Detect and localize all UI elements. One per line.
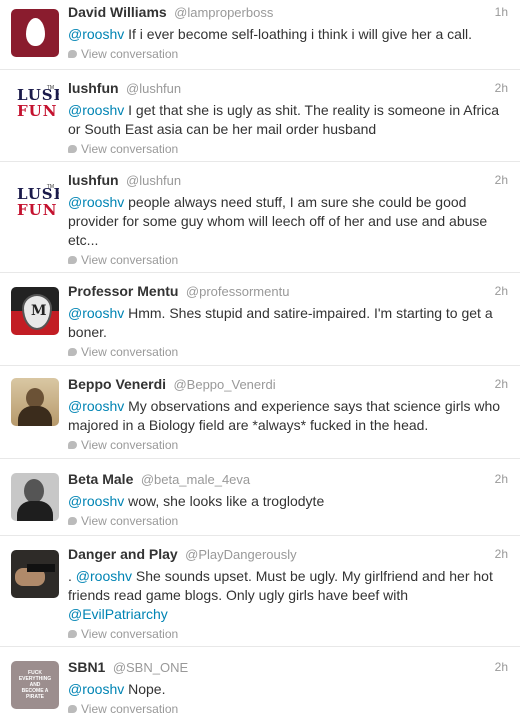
mention-link[interactable]: @rooshv (68, 194, 124, 210)
logo-text-bottom: FUN (17, 201, 58, 219)
mention-link[interactable]: @rooshv (68, 493, 124, 509)
tweet-item[interactable]: LUSH FUN TM lushfun @lushfun 2h @rooshv … (0, 162, 520, 273)
mention-link[interactable]: @rooshv (68, 305, 124, 321)
portrait-body (18, 406, 52, 426)
tweet-text: @rooshv I get that she is ugly as shit. … (68, 102, 500, 137)
speech-bubble-icon (68, 144, 77, 153)
portrait-head (26, 388, 44, 408)
user-name[interactable]: SBN1 (68, 659, 105, 675)
user-handle[interactable]: @Beppo_Venerdi (173, 377, 275, 392)
avatar[interactable]: LUSH FUN TM (11, 79, 59, 127)
view-conversation-link[interactable]: View conversation (68, 46, 508, 62)
view-conversation-link[interactable]: View conversation (68, 513, 508, 529)
avatar[interactable]: LUSH FUN TM (11, 178, 59, 226)
user-handle[interactable]: @professormentu (186, 284, 290, 299)
mention-link[interactable]: @rooshv (68, 102, 124, 118)
speech-bubble-icon (68, 629, 77, 638)
tweet-text: @rooshv My observations and experience s… (68, 398, 501, 433)
mention-link[interactable]: @rooshv (68, 398, 124, 414)
timestamp[interactable]: 2h (495, 374, 508, 395)
mention-link[interactable]: @EvilPatriarchy (68, 606, 168, 622)
avatar[interactable] (11, 473, 59, 521)
tweet-text: . @rooshv She sounds upset. Must be ugly… (68, 568, 493, 622)
logo-text-bottom: FUN (17, 102, 58, 120)
speech-bubble-icon (68, 347, 77, 356)
user-name[interactable]: Beppo Venerdi (68, 376, 166, 392)
tweet-text: @rooshv wow, she looks like a troglodyte (68, 493, 325, 509)
tweet-item[interactable]: FUCK EVERYTHING AND BECOME A PIRATE SBN1… (0, 647, 520, 722)
avatar[interactable]: M (11, 287, 59, 335)
user-handle[interactable]: @lushfun (126, 173, 181, 188)
trademark-mark: TM (46, 85, 54, 91)
view-conversation-link[interactable]: View conversation (68, 252, 508, 268)
portrait-body (17, 501, 53, 521)
tweet-text: @rooshv Nope. (68, 681, 166, 697)
egg-icon (26, 18, 45, 46)
view-conversation-link[interactable]: View conversation (68, 437, 508, 453)
view-conversation-link[interactable]: View conversation (68, 344, 508, 360)
tweet-text: @rooshv Hmm. Shes stupid and satire-impa… (68, 305, 493, 340)
speech-bubble-icon (68, 516, 77, 525)
timestamp[interactable]: 2h (495, 281, 508, 302)
avatar[interactable]: FUCK EVERYTHING AND BECOME A PIRATE (11, 661, 59, 709)
timestamp[interactable]: 2h (495, 544, 508, 565)
speech-bubble-icon (68, 255, 77, 264)
tweet-text: @rooshv people always need stuff, I am s… (68, 194, 488, 248)
user-name[interactable]: Danger and Play (68, 546, 178, 562)
timestamp[interactable]: 2h (495, 469, 508, 490)
avatar[interactable] (11, 550, 59, 598)
timestamp[interactable]: 2h (495, 170, 508, 191)
user-name[interactable]: Beta Male (68, 471, 133, 487)
user-handle[interactable]: @PlayDangerously (185, 547, 296, 562)
portrait-head (24, 479, 44, 503)
speech-bubble-icon (68, 440, 77, 449)
portrait-object (27, 564, 55, 572)
tweet-item[interactable]: Beppo Venerdi @Beppo_Venerdi 2h @rooshv … (0, 366, 520, 459)
tweet-item[interactable]: M Professor Mentu @professormentu 2h @ro… (0, 273, 520, 366)
timestamp[interactable]: 1h (495, 2, 508, 23)
avatar[interactable] (11, 378, 59, 426)
user-name[interactable]: Professor Mentu (68, 283, 178, 299)
tweet-item[interactable]: David Williams @lamproperboss 1h @rooshv… (0, 0, 520, 70)
tweet-item[interactable]: LUSH FUN TM lushfun @lushfun 2h @rooshv … (0, 70, 520, 162)
user-name[interactable]: lushfun (68, 172, 119, 188)
avatar[interactable] (11, 9, 59, 57)
speech-bubble-icon (68, 49, 77, 58)
user-handle[interactable]: @beta_male_4eva (141, 472, 250, 487)
tweet-item[interactable]: Beta Male @beta_male_4eva 2h @rooshv wow… (0, 459, 520, 536)
tweet-text: @rooshv If i ever become self-loathing i… (68, 26, 473, 42)
view-conversation-link[interactable]: View conversation (68, 141, 508, 157)
view-conversation-link[interactable]: View conversation (68, 626, 508, 642)
user-handle[interactable]: @SBN_ONE (113, 660, 188, 675)
user-name[interactable]: lushfun (68, 80, 119, 96)
user-handle[interactable]: @lamproperboss (174, 5, 273, 20)
timestamp[interactable]: 2h (495, 78, 508, 99)
tweet-item[interactable]: Danger and Play @PlayDangerously 2h . @r… (0, 536, 520, 647)
speech-bubble-icon (68, 704, 77, 713)
view-conversation-link[interactable]: View conversation (68, 701, 508, 717)
mention-link[interactable]: @rooshv (68, 681, 124, 697)
trademark-mark: TM (46, 184, 54, 190)
timestamp[interactable]: 2h (495, 657, 508, 678)
mention-link[interactable]: @rooshv (68, 26, 124, 42)
shield-icon: M (22, 294, 52, 330)
mention-link[interactable]: @rooshv (76, 568, 132, 584)
user-name[interactable]: David Williams (68, 4, 167, 20)
user-handle[interactable]: @lushfun (126, 81, 181, 96)
